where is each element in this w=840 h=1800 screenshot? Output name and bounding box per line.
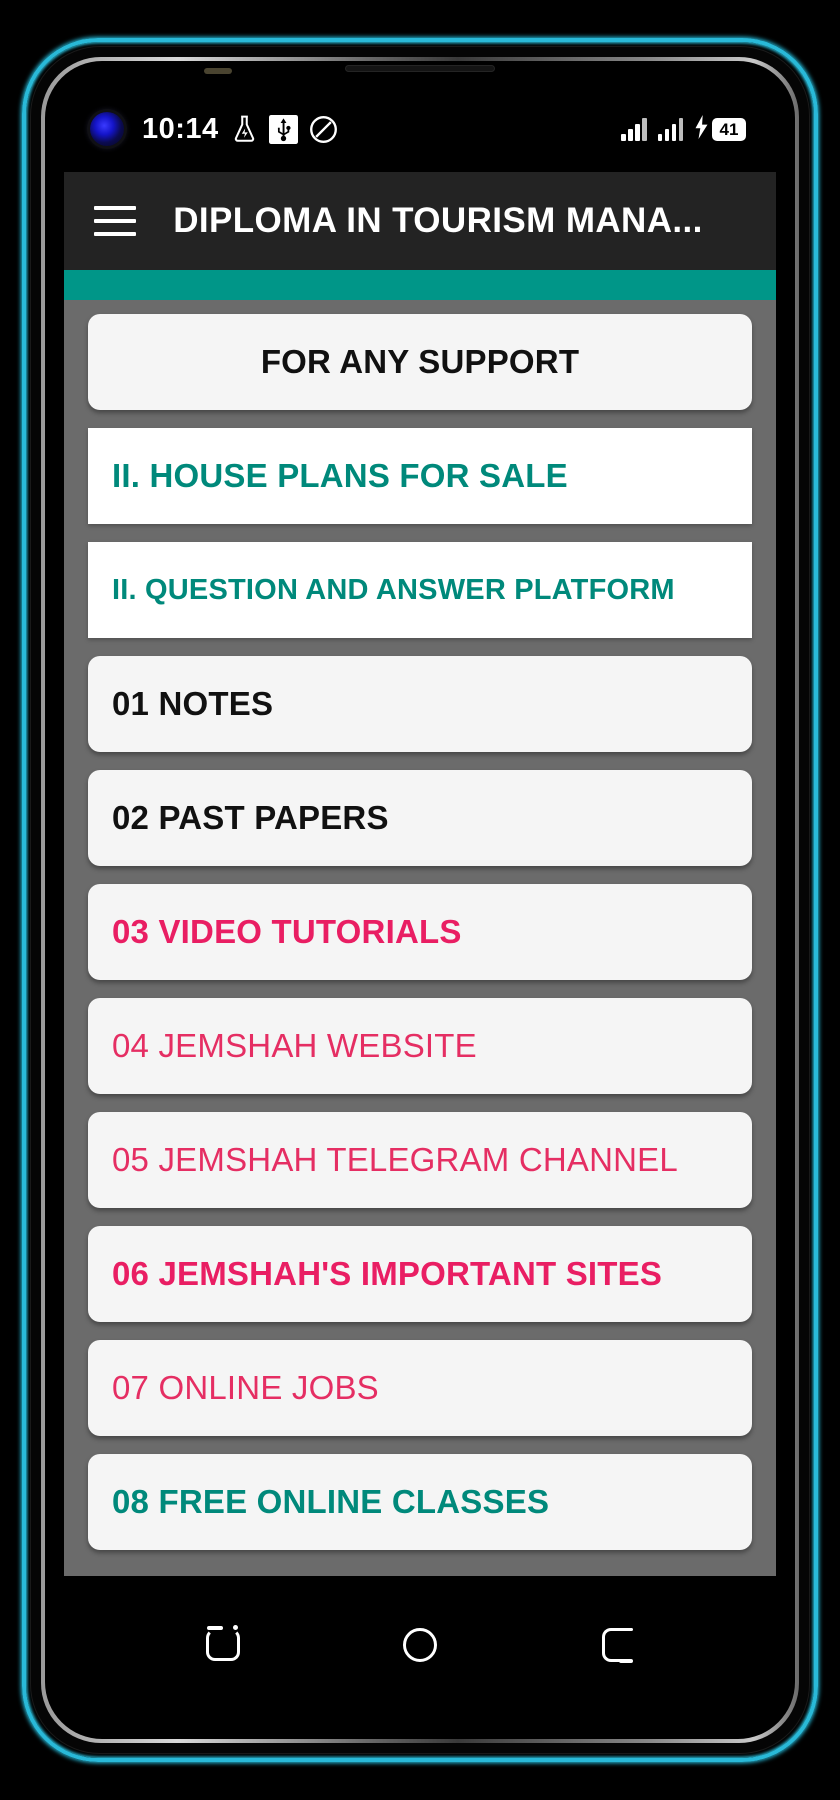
app-bar: DIPLOMA IN TOURISM MANA... bbox=[64, 172, 776, 270]
list-item-label: 01 NOTES bbox=[112, 685, 274, 722]
list-item-label: 06 JEMSHAH'S IMPORTANT SITES bbox=[112, 1255, 663, 1292]
phone-screen: 10:14 41 DIPLOMA IN TOURISM MANA... FOR … bbox=[64, 86, 776, 1714]
list-item-label: 05 JEMSHAH TELEGRAM CHANNEL bbox=[112, 1141, 678, 1178]
front-camera-punch-hole bbox=[90, 112, 124, 146]
home-circle-icon[interactable] bbox=[384, 1609, 456, 1681]
list-item-label: II. HOUSE PLANS FOR SALE bbox=[112, 457, 568, 494]
back-glyph bbox=[602, 1627, 634, 1663]
proximity-sensor bbox=[204, 68, 232, 74]
list-item-label: 02 PAST PAPERS bbox=[112, 799, 389, 836]
list-item-for-any-support[interactable]: FOR ANY SUPPORT bbox=[88, 314, 752, 410]
list-item-label: FOR ANY SUPPORT bbox=[260, 343, 580, 380]
recents-glyph bbox=[205, 1625, 240, 1661]
usb-icon bbox=[268, 114, 298, 144]
phone-device-frame: 10:14 41 DIPLOMA IN TOURISM MANA... FOR … bbox=[22, 38, 818, 1762]
do-not-disturb-icon bbox=[309, 115, 338, 144]
battery-status: 41 bbox=[694, 114, 746, 144]
recents-icon[interactable] bbox=[187, 1609, 259, 1681]
status-bar-right: 41 bbox=[621, 114, 746, 144]
signal-bars-icon bbox=[621, 117, 647, 141]
status-clock: 10:14 bbox=[142, 112, 219, 145]
list-item-06-jemshahs-important-sites[interactable]: 06 JEMSHAH'S IMPORTANT SITES bbox=[88, 1226, 752, 1322]
list-item-05-jemshah-telegram-channel[interactable]: 05 JEMSHAH TELEGRAM CHANNEL bbox=[88, 1112, 752, 1208]
back-icon[interactable] bbox=[581, 1609, 653, 1681]
list-item-label: 07 ONLINE JOBS bbox=[112, 1369, 379, 1406]
hamburger-line bbox=[94, 219, 136, 223]
hamburger-line bbox=[94, 206, 136, 210]
list-item-house-plans-for-sale[interactable]: II. HOUSE PLANS FOR SALE bbox=[88, 428, 752, 524]
list-item-label: 04 JEMSHAH WEBSITE bbox=[112, 1027, 477, 1064]
status-bar-left: 10:14 bbox=[90, 112, 349, 146]
flask-icon bbox=[231, 114, 258, 144]
list-item-07-online-jobs[interactable]: 07 ONLINE JOBS bbox=[88, 1340, 752, 1436]
hamburger-menu-icon[interactable] bbox=[84, 193, 146, 249]
hamburger-line bbox=[94, 232, 136, 236]
system-navigation-bar bbox=[64, 1576, 776, 1714]
list-item-label: II. QUESTION AND ANSWER PLATFORM bbox=[112, 573, 675, 606]
list-item-question-and-answer-platform[interactable]: II. QUESTION AND ANSWER PLATFORM bbox=[88, 542, 752, 638]
list-item-label: 03 VIDEO TUTORIALS bbox=[112, 913, 462, 950]
list-item-01-notes[interactable]: 01 NOTES bbox=[88, 656, 752, 752]
earpiece-speaker-slot bbox=[345, 65, 495, 72]
list-item-08-free-online-classes[interactable]: 08 FREE ONLINE CLASSES bbox=[88, 1454, 752, 1550]
list-item-02-past-papers[interactable]: 02 PAST PAPERS bbox=[88, 770, 752, 866]
home-glyph bbox=[402, 1628, 437, 1662]
battery-level-label: 41 bbox=[712, 117, 746, 141]
list-item-label: 08 FREE ONLINE CLASSES bbox=[112, 1483, 550, 1520]
accent-strip bbox=[64, 270, 776, 300]
signal-bars-icon-secondary bbox=[657, 117, 683, 141]
charging-bolt-icon bbox=[694, 114, 709, 144]
status-bar: 10:14 41 bbox=[64, 86, 776, 172]
list-item-03-video-tutorials[interactable]: 03 VIDEO TUTORIALS bbox=[88, 884, 752, 980]
list-item-04-jemshah-website[interactable]: 04 JEMSHAH WEBSITE bbox=[88, 998, 752, 1094]
page-title: DIPLOMA IN TOURISM MANA... bbox=[173, 201, 703, 240]
menu-list: FOR ANY SUPPORT II. HOUSE PLANS FOR SALE… bbox=[64, 300, 776, 1576]
